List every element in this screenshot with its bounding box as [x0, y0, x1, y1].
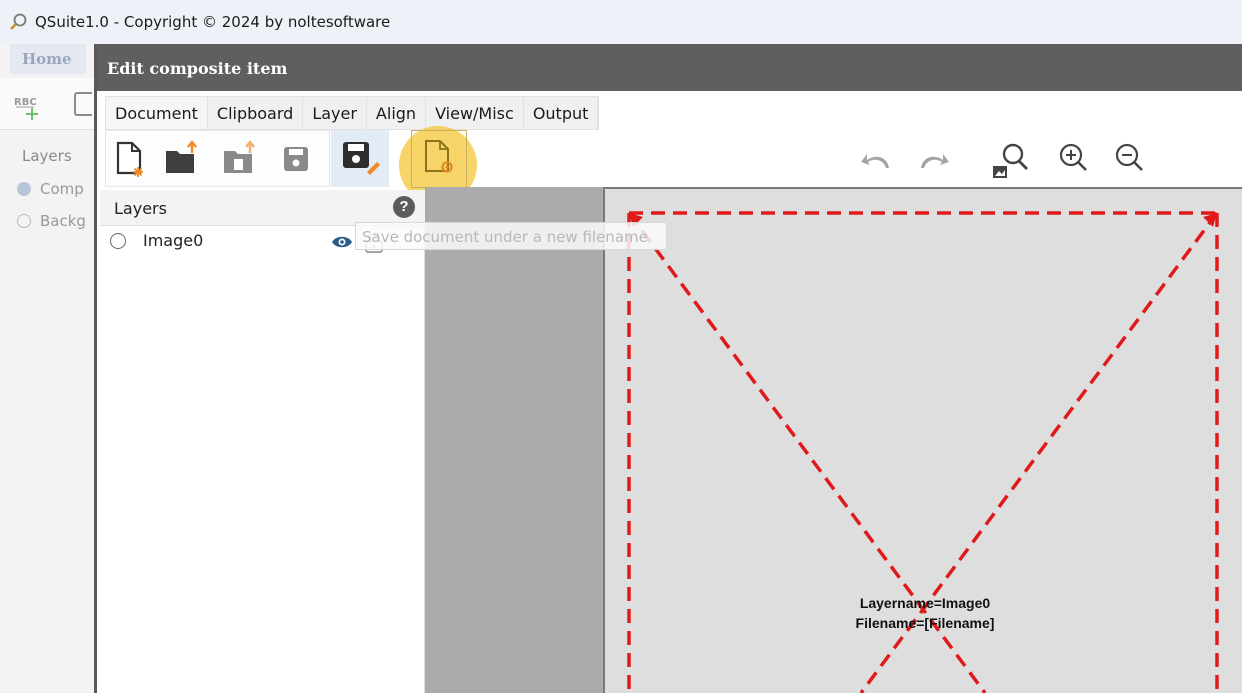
open-folder-icon: [166, 140, 197, 173]
app-titlebar: QSuite1.0 - Copyright © 2024 by noltesof…: [0, 0, 1242, 44]
tab-output[interactable]: Output: [524, 97, 599, 129]
new-document-button[interactable]: [108, 131, 152, 187]
zoom-in-icon[interactable]: [1055, 138, 1095, 178]
save-button[interactable]: [274, 131, 318, 187]
tab-layer[interactable]: Layer: [303, 97, 367, 129]
radio-icon: [17, 214, 31, 228]
frame-icon[interactable]: [74, 92, 92, 116]
new-document-icon: [116, 141, 143, 177]
tab-clipboard[interactable]: Clipboard: [208, 97, 304, 129]
document-settings-button[interactable]: [411, 130, 467, 188]
edit-composite-dialog: Edit composite item Document Clipboard L…: [94, 44, 1242, 693]
layer-caption-name: Layername=Image0: [859, 595, 991, 611]
tab-align[interactable]: Align: [367, 97, 427, 129]
save-icon: [284, 147, 308, 171]
zoom-out-icon[interactable]: [1111, 138, 1151, 178]
layer-panel-title: Layers: [114, 199, 167, 218]
tooltip: Save document under a new filename: [355, 222, 667, 250]
background-layer-item[interactable]: Comp: [17, 180, 84, 200]
redo-icon[interactable]: [913, 144, 953, 177]
layer-panel-header: Layers ?: [100, 190, 425, 226]
svg-text:RBC: RBC: [14, 97, 37, 108]
add-text-icon[interactable]: RBC: [14, 94, 44, 122]
app-title: QSuite1.0 - Copyright © 2024 by noltesof…: [35, 13, 391, 31]
layer-caption: Layername=Image0 Filename=[Filename]: [805, 593, 1045, 633]
layer-caption-filename: Filename=[Filename]: [855, 615, 995, 631]
app-logo-icon: [9, 13, 29, 31]
layer-name: Image0: [143, 231, 204, 250]
tab-view-misc[interactable]: View/Misc: [426, 97, 524, 129]
eye-icon[interactable]: [331, 234, 353, 253]
dialog-titlebar[interactable]: Edit composite item: [97, 44, 1242, 91]
dialog-title: Edit composite item: [107, 59, 288, 78]
background-app-panel: Home RBC Layers Comp Backg: [0, 44, 96, 693]
layer-panel: Layers ? Image0: [100, 190, 425, 693]
tab-document[interactable]: Document: [106, 97, 208, 129]
import-button[interactable]: [216, 131, 260, 187]
background-layers-label: Layers: [22, 147, 72, 165]
background-layer-item[interactable]: Backg: [17, 212, 86, 232]
layer-select-radio[interactable]: [110, 233, 126, 249]
undo-icon[interactable]: [857, 144, 897, 177]
import-icon: [224, 140, 255, 173]
document-settings-icon: [425, 140, 453, 173]
radio-selected-icon: [17, 182, 31, 196]
document-toolbar: [105, 130, 330, 187]
open-button[interactable]: [158, 131, 202, 187]
menu-tabs: Document Clipboard Layer Align View/Misc…: [105, 96, 600, 130]
save-as-icon: [343, 142, 380, 175]
home-tab[interactable]: Home: [10, 44, 86, 74]
background-ribbon: RBC: [0, 78, 96, 130]
zoom-fit-icon[interactable]: [989, 138, 1029, 178]
canvas-page[interactable]: Layername=Image0 Filename=[Filename]: [603, 187, 1242, 693]
canvas-area[interactable]: Layername=Image0 Filename=[Filename]: [425, 187, 1242, 693]
save-as-button[interactable]: [331, 130, 389, 187]
help-icon[interactable]: ?: [393, 196, 415, 218]
